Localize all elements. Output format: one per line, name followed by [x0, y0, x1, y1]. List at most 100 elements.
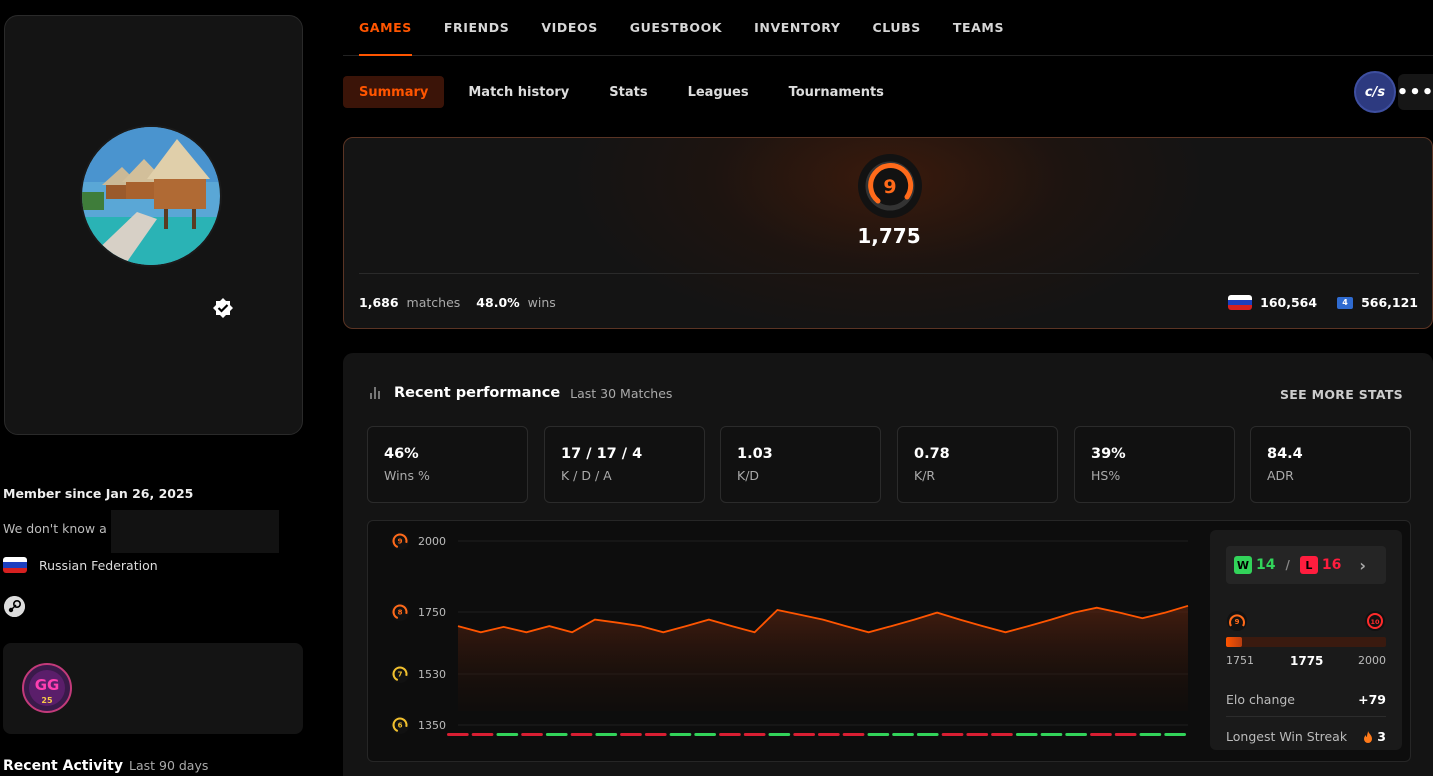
gg-badge-icon[interactable]: GG 25 — [22, 663, 72, 713]
win-loss-box[interactable]: W 14 / L 16 › — [1226, 546, 1386, 584]
stat-box-hs: 39% HS% — [1074, 426, 1235, 503]
loss-badge: L — [1299, 556, 1318, 574]
stat-value: 1.03 — [737, 446, 773, 462]
match-loss-marker — [743, 733, 766, 736]
sub-nav: Summary Match history Stats Leagues Tourname… — [343, 76, 900, 108]
top-nav: GAMES FRIENDS VIDEOS GUESTBOOK INVENTORY CLUB… — [343, 0, 1433, 56]
match-loss-marker — [471, 733, 494, 736]
stat-value: 39% — [1091, 446, 1126, 462]
member-since: Member since Jan 26, 2025 — [3, 486, 194, 501]
match-win-marker — [916, 733, 939, 736]
match-win-marker — [595, 733, 618, 736]
divider — [359, 273, 1419, 274]
y-level-value: 7 — [398, 671, 403, 679]
match-loss-marker — [842, 733, 865, 736]
badge-number: 25 — [41, 696, 53, 705]
match-win-marker — [496, 733, 519, 736]
match-loss-marker — [991, 733, 1013, 736]
stat-label: K/D — [737, 468, 760, 483]
nav-tab-guestbook[interactable]: GUESTBOOK — [614, 0, 738, 56]
nav-tab-teams[interactable]: TEAMS — [937, 0, 1020, 56]
match-win-marker — [867, 733, 890, 736]
subnav-tab-stats[interactable]: Stats — [593, 76, 663, 108]
see-more-stats-link[interactable]: SEE MORE STATS — [1280, 387, 1403, 402]
stat-label: HS% — [1091, 468, 1121, 483]
rank-row: 160,564 4 566,121 — [1228, 295, 1418, 310]
recent-activity-title: Recent Activity — [3, 758, 123, 774]
region-rank[interactable]: 566,121 — [1361, 295, 1418, 310]
win-streak-value: 3 — [1377, 729, 1386, 744]
badge-text: GG — [35, 676, 60, 694]
russia-flag-icon — [1228, 295, 1253, 310]
stat-box-k-r: 0.78 K/R — [897, 426, 1058, 503]
performance-card: Recent performance Last 30 Matches SEE M… — [343, 353, 1433, 776]
subnav-tab-tournaments[interactable]: Tournaments — [773, 76, 900, 108]
win-streak-row: Longest Win Streak 3 — [1226, 729, 1386, 744]
y-level-icon-8: 8 — [391, 603, 409, 621]
level-next-icon: 10 — [1365, 611, 1385, 631]
stat-box-k-d-a: 17 / 17 / 4 K / D / A — [544, 426, 705, 503]
country-name: Russian Federation — [39, 557, 158, 573]
matches-count: 1,686 — [359, 295, 399, 310]
stat-value: 84.4 — [1267, 446, 1303, 462]
steam-icon[interactable] — [4, 596, 25, 617]
nav-tab-inventory[interactable]: INVENTORY — [738, 0, 856, 56]
subnav-tab-match-history[interactable]: Match history — [452, 76, 585, 108]
match-win-marker — [669, 733, 692, 736]
wins-count: 14 — [1256, 557, 1276, 573]
nav-tab-games[interactable]: GAMES — [343, 0, 428, 56]
y-level-icon-9: 9 — [391, 532, 409, 550]
nav-tab-clubs[interactable]: CLUBS — [857, 0, 937, 56]
region-icon: 4 — [1337, 296, 1354, 309]
skill-level-icon: 9 — [858, 154, 922, 218]
country-row: Russian Federation — [3, 557, 158, 573]
elo-value: 1,775 — [857, 224, 921, 248]
matches-label: matches — [406, 295, 461, 310]
level-current-icon: 9 — [1227, 611, 1247, 631]
y-level-value: 6 — [398, 722, 403, 730]
about-overlay — [111, 510, 279, 553]
elo-chart: 9 2000 8 1750 7 1530 6 1350 W 14 / L 16 › 9 10 — [367, 520, 1411, 762]
avatar[interactable] — [80, 125, 222, 267]
subnav-tab-summary[interactable]: Summary — [343, 76, 445, 108]
match-win-marker — [1065, 733, 1087, 736]
performance-title: Recent performance — [394, 385, 561, 401]
match-win-marker — [694, 733, 716, 736]
match-loss-marker — [1114, 733, 1137, 736]
match-win-marker — [768, 733, 791, 736]
stat-label: Wins % — [384, 468, 430, 483]
match-loss-marker — [447, 733, 469, 736]
elo-card: 9 1,775 1,686 matches 48.0% wins 160,564 4… — [343, 137, 1433, 329]
country-rank[interactable]: 160,564 — [1260, 295, 1317, 310]
match-loss-marker — [570, 733, 593, 736]
win-streak-label: Longest Win Streak — [1226, 729, 1348, 744]
elo-change-row: Elo change +79 — [1226, 692, 1386, 707]
stat-box-k-d: 1.03 K/D — [720, 426, 881, 503]
cs-game-logo[interactable]: c/s — [1354, 71, 1396, 113]
match-loss-marker — [719, 733, 741, 736]
win-badge: W — [1234, 556, 1252, 574]
recent-activity-heading: Recent Activity Last 90 days — [3, 758, 208, 774]
match-win-marker — [1139, 733, 1162, 736]
nav-tab-friends[interactable]: FRIENDS — [428, 0, 525, 56]
stat-value: 17 / 17 / 4 — [561, 446, 643, 462]
fire-icon — [1364, 730, 1373, 743]
stat-label: K/R — [914, 468, 936, 483]
level-progress-track — [1226, 637, 1386, 647]
stat-box-wins: 46% Wins % — [367, 426, 528, 503]
stat-box-adr: 84.4 ADR — [1250, 426, 1411, 503]
range-min: 1751 — [1226, 654, 1254, 667]
elo-area — [458, 605, 1188, 711]
range-current: 1775 — [1290, 654, 1324, 668]
nav-tab-videos[interactable]: VIDEOS — [525, 0, 613, 56]
match-loss-marker — [1090, 733, 1112, 736]
y-tick-label: 1350 — [418, 719, 446, 732]
match-loss-marker — [521, 733, 543, 736]
more-options-button[interactable]: ••• — [1397, 74, 1433, 110]
match-win-marker — [1164, 733, 1186, 736]
verified-icon — [213, 298, 233, 318]
subnav-tab-leagues[interactable]: Leagues — [672, 76, 765, 108]
match-loss-marker — [966, 733, 989, 736]
level-progress-fill — [1226, 637, 1242, 647]
match-win-marker — [1015, 733, 1038, 736]
